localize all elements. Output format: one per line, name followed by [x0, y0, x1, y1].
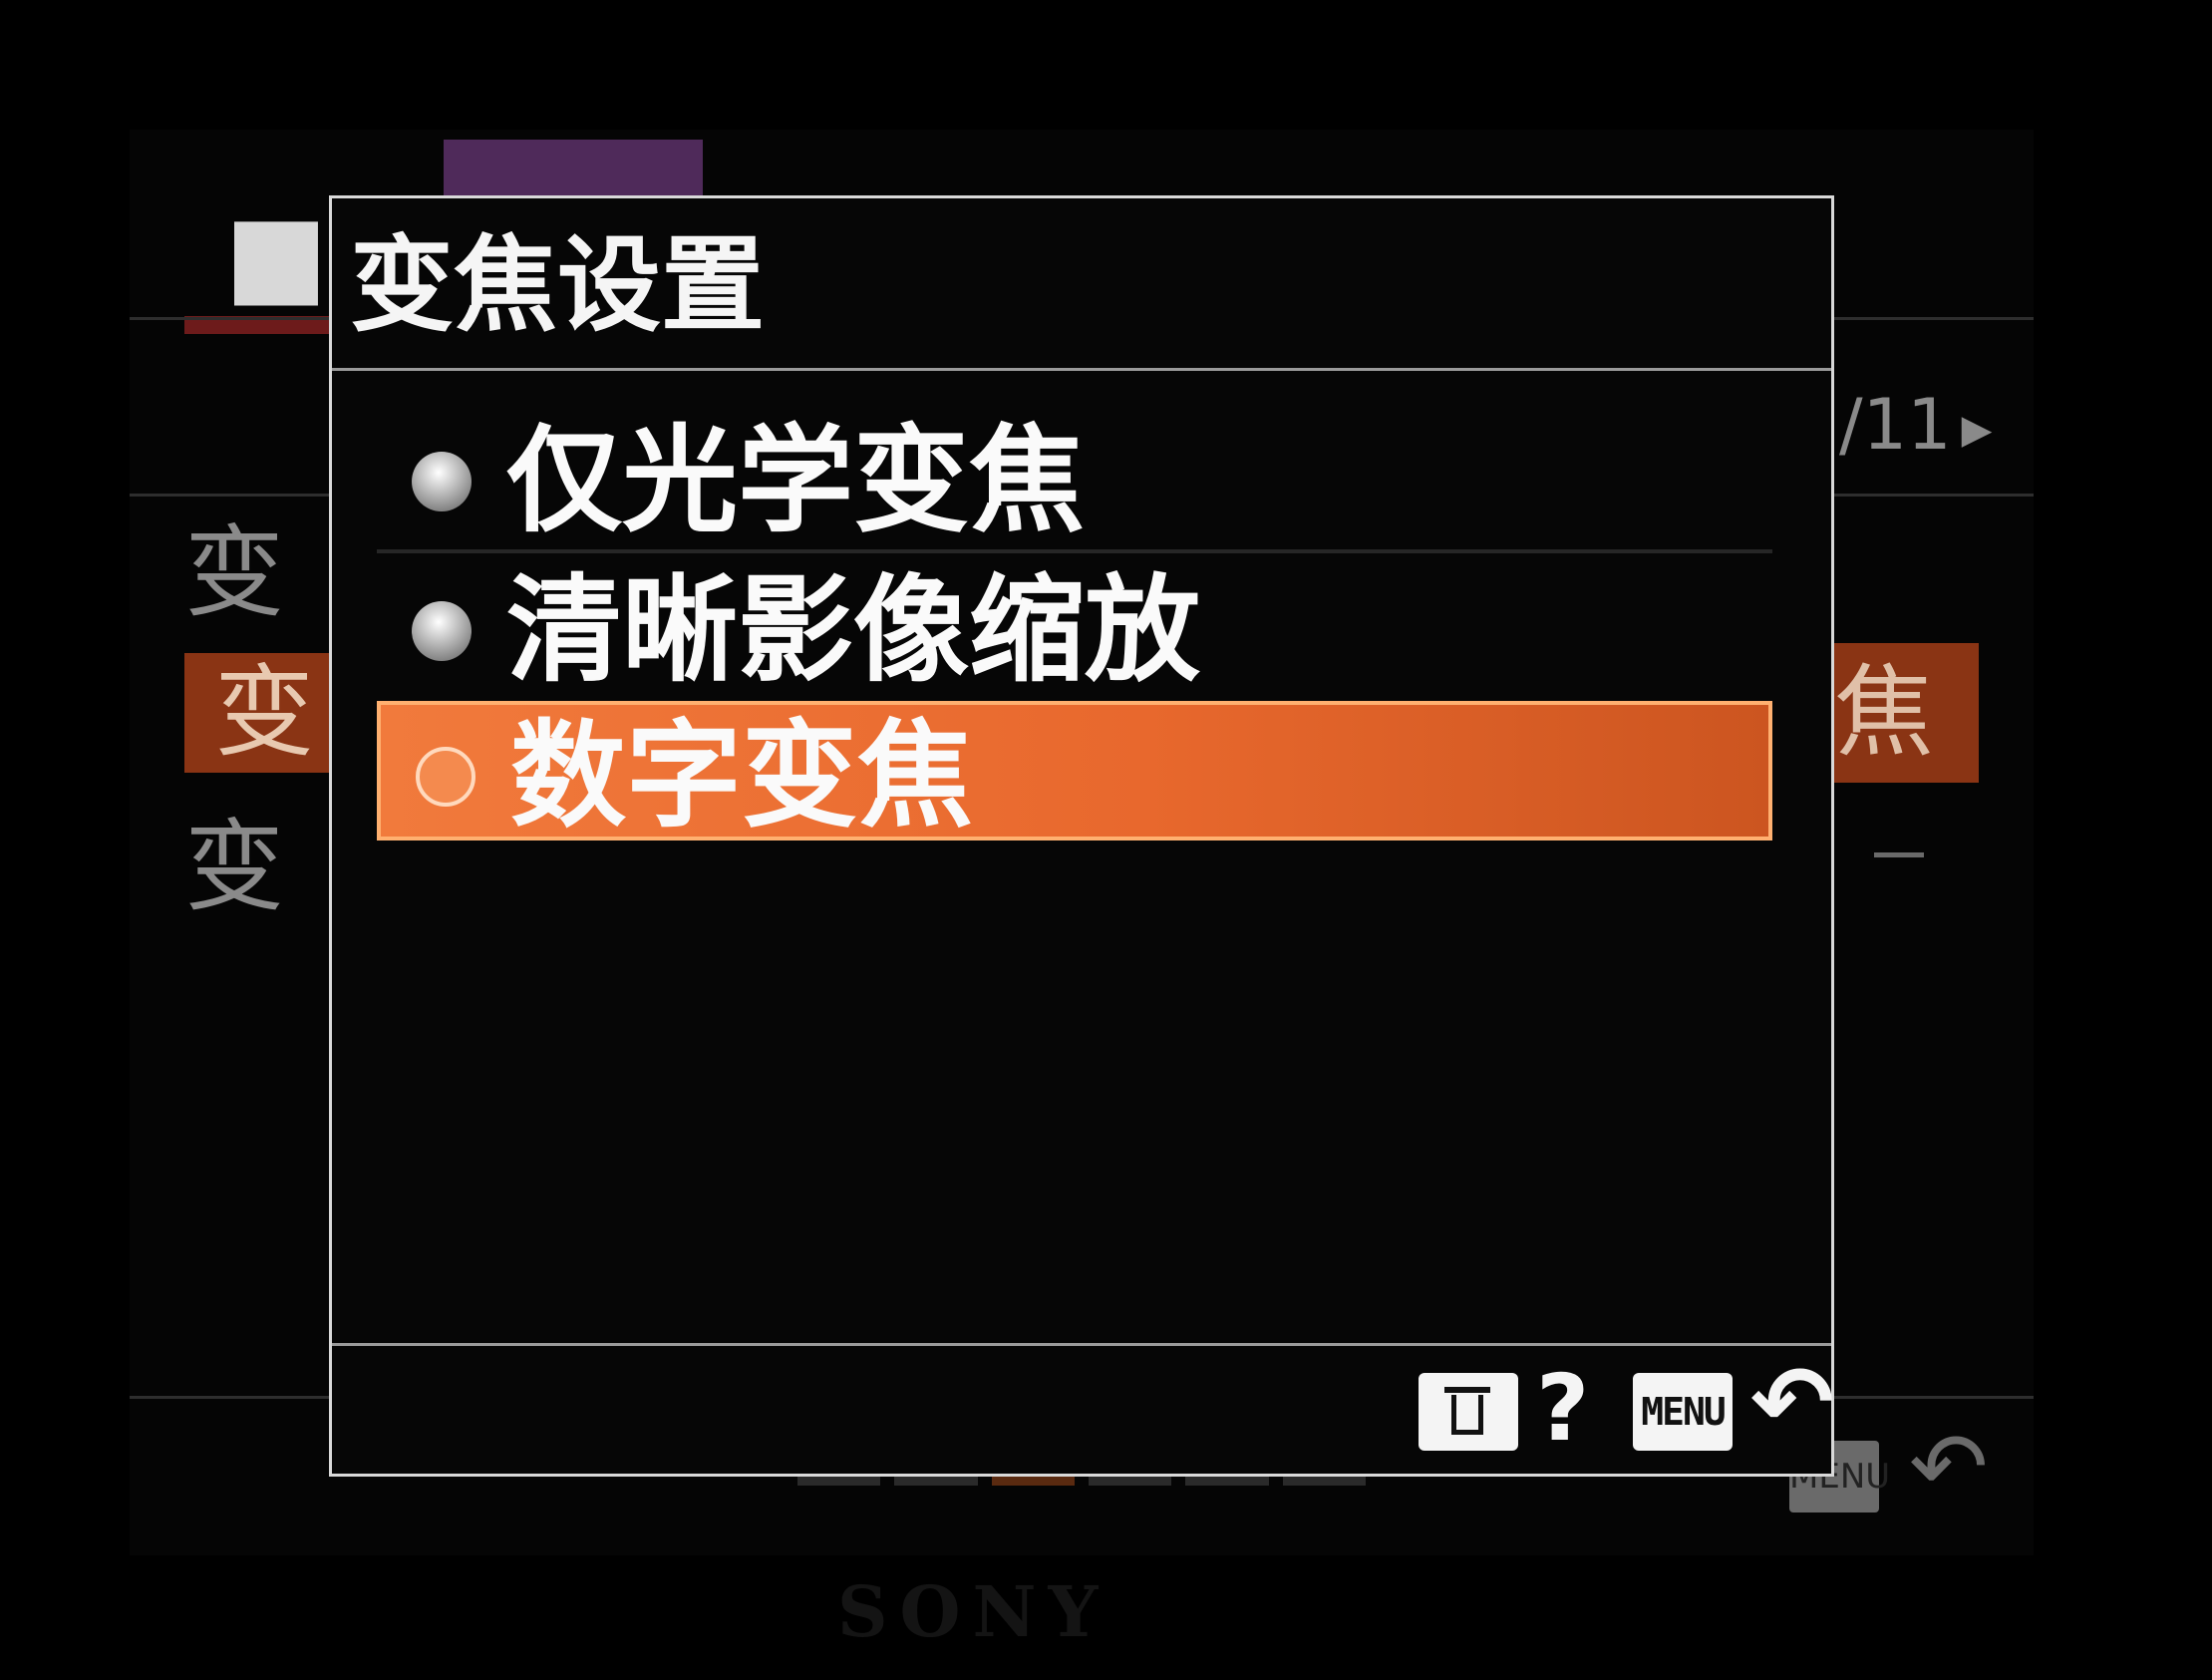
next-page-icon[interactable]: ▶ [1962, 407, 1993, 453]
dialog-title: 变焦设置 [350, 224, 766, 346]
background-selected-value: 焦 [1834, 643, 1979, 783]
help-icon[interactable]: ? [1536, 1363, 1589, 1455]
trash-lid [1444, 1387, 1490, 1393]
radio-button-selected-icon[interactable] [416, 747, 475, 807]
page-indicator: /11 ▶ [1839, 384, 1992, 466]
menu-button[interactable]: MENU [1633, 1373, 1733, 1451]
background-menu-row: 变 [184, 514, 284, 631]
radio-button-icon[interactable] [412, 452, 472, 511]
option-label: 清晰影像缩放 [506, 563, 1200, 698]
camera-icon: ■ [224, 190, 328, 318]
background-value-dash [1874, 852, 1924, 857]
title-divider [332, 368, 1831, 371]
zoom-setting-dialog: 变焦设置 仅光学变焦 清晰影像缩放 数字变焦 ? MENU ↶ [329, 195, 1834, 1477]
option-divider [377, 549, 1772, 553]
background-value-text: 焦 [1834, 654, 1934, 771]
radio-button-icon[interactable] [412, 601, 472, 661]
trash-icon[interactable] [1419, 1373, 1518, 1451]
footer-divider [332, 1343, 1831, 1346]
background-menu-row: 变 [184, 809, 284, 925]
trash-can [1451, 1395, 1483, 1435]
option-label: 数字变焦 [510, 709, 973, 843]
brand-logo: SONY [837, 1570, 1110, 1653]
option-clear-image-zoom[interactable]: 清晰影像缩放 [377, 559, 1772, 699]
return-icon[interactable]: ↶ [1750, 1353, 1834, 1453]
option-optical-zoom-only[interactable]: 仅光学变焦 [377, 410, 1772, 549]
page-number: /11 [1839, 384, 1952, 466]
option-label: 仅光学变焦 [506, 414, 1085, 548]
option-digital-zoom[interactable]: 数字变焦 [377, 701, 1772, 840]
background-return-icon: ↶ [1909, 1413, 1989, 1522]
